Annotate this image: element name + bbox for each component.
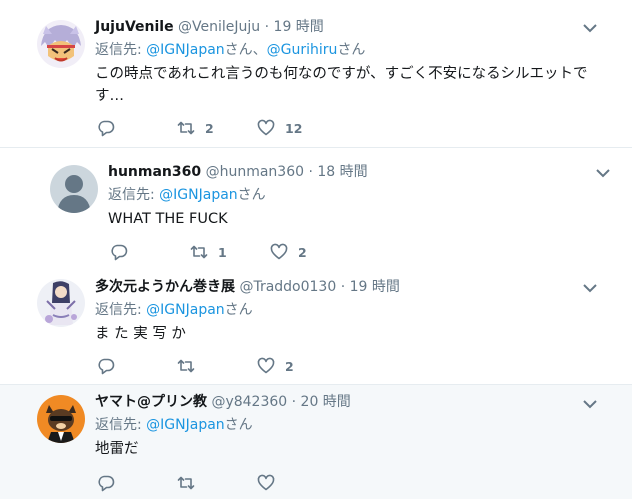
avatar[interactable] [37, 395, 85, 443]
retweet-count: 1 [218, 244, 227, 260]
user-handle[interactable]: @Traddo0130 [239, 279, 336, 295]
retweet-icon [190, 245, 208, 259]
reply-icon [98, 120, 115, 137]
replying-to: 返信先: @IGNJapanさん、@Gurihiruさん [95, 40, 612, 60]
tweet-actions: 1 2 [110, 242, 350, 262]
timestamp[interactable]: 19 時間 [350, 279, 400, 295]
tweet-text: WHAT THE FUCK [108, 211, 228, 227]
replying-to-label: 返信先: [95, 302, 147, 318]
reply-icon [98, 475, 115, 492]
avatar-image [37, 395, 85, 443]
tweet-content: hunman360 @hunman360 · 18 時間 返信先: @IGNJa… [108, 162, 612, 230]
mention-link[interactable]: @IGNJapan [146, 417, 225, 433]
like-button[interactable] [257, 474, 337, 492]
reply-icon [111, 244, 128, 261]
like-count: 12 [285, 120, 303, 136]
tweet-item[interactable]: hunman360 @hunman360 · 18 時間 返信先: @IGNJa… [0, 148, 632, 268]
reply-thread: JujuVenile @VenileJuju · 19 時間 返信先: @IGN… [0, 0, 632, 499]
reply-button[interactable] [110, 243, 190, 261]
timestamp[interactable]: 20 時間 [301, 394, 351, 410]
timestamp[interactable]: 18 時間 [317, 164, 367, 180]
tweet-item[interactable]: ヤマト@プリン教 @y842360 · 20 時間 返信先: @IGNJapan… [0, 384, 632, 499]
tweet-text: この時点であれこれ言うのも何なのですが、すごく不安になるシルエットです… [95, 66, 588, 104]
replying-to: 返信先: @IGNJapanさん [108, 185, 612, 205]
mention-suffix: さん [224, 302, 253, 318]
timestamp[interactable]: 19 時間 [274, 19, 324, 35]
mention-link[interactable]: @IGNJapan [146, 42, 225, 58]
tweet-item[interactable]: JujuVenile @VenileJuju · 19 時間 返信先: @IGN… [0, 0, 632, 148]
chevron-down-icon[interactable] [596, 168, 610, 178]
separator-dot: · [291, 394, 297, 410]
chevron-down-icon[interactable] [583, 283, 597, 293]
avatar-image [37, 279, 85, 327]
like-button[interactable]: 2 [270, 243, 350, 261]
retweet-button[interactable] [177, 357, 257, 375]
tweet-content: 多次元ようかん巻き展 @Traddo0130 · 19 時間 返信先: @IGN… [95, 277, 612, 345]
tweet-header: 多次元ようかん巻き展 @Traddo0130 · 19 時間 [95, 277, 612, 297]
retweet-icon [177, 359, 195, 373]
separator-dot: · [340, 279, 346, 295]
reply-button[interactable] [97, 474, 177, 492]
like-count: 2 [285, 358, 294, 374]
mention-suffix: さん [224, 417, 253, 433]
tweet-content: JujuVenile @VenileJuju · 19 時間 返信先: @IGN… [95, 17, 612, 107]
display-name[interactable]: 多次元ようかん巻き展 [95, 279, 235, 295]
mention-link[interactable]: @IGNJapan [146, 302, 225, 318]
replying-to: 返信先: @IGNJapanさん [95, 300, 612, 320]
separator-dot: · [264, 19, 270, 35]
reply-button[interactable] [97, 357, 177, 375]
user-handle[interactable]: @hunman360 [206, 164, 304, 180]
mention-suffix: さん、 [224, 42, 267, 58]
tweet-header: ヤマト@プリン教 @y842360 · 20 時間 [95, 392, 612, 412]
like-button[interactable]: 12 [257, 119, 337, 137]
retweet-icon [177, 121, 195, 135]
mention-link[interactable]: @Gurihiru [267, 42, 338, 58]
replying-to-label: 返信先: [95, 42, 147, 58]
tweet-header: JujuVenile @VenileJuju · 19 時間 [95, 17, 612, 37]
tweet-text: ま た 実 写 か [95, 326, 186, 342]
user-handle[interactable]: @y842360 [211, 394, 287, 410]
display-name[interactable]: JujuVenile [95, 19, 174, 35]
retweet-button[interactable]: 1 [190, 243, 270, 261]
display-name[interactable]: hunman360 [108, 164, 201, 180]
heart-icon [270, 243, 288, 260]
reply-button[interactable] [97, 119, 177, 137]
like-button[interactable]: 2 [257, 357, 337, 375]
tweet-item[interactable]: 多次元ようかん巻き展 @Traddo0130 · 19 時間 返信先: @IGN… [0, 268, 632, 384]
like-count: 2 [298, 244, 307, 260]
retweet-count: 2 [205, 120, 214, 136]
separator-dot: · [308, 164, 313, 180]
avatar[interactable] [37, 20, 85, 68]
replying-to: 返信先: @IGNJapanさん [95, 415, 612, 435]
heart-icon [257, 357, 275, 374]
chevron-down-icon[interactable] [583, 399, 597, 409]
chevron-down-icon[interactable] [583, 23, 597, 33]
avatar-image [37, 20, 85, 68]
default-avatar-icon [50, 165, 98, 213]
tweet-content: ヤマト@プリン教 @y842360 · 20 時間 返信先: @IGNJapan… [95, 392, 612, 460]
mention-suffix: さん [337, 42, 366, 58]
heart-icon [257, 119, 275, 136]
tweet-actions: 2 12 [97, 118, 337, 138]
replying-to-label: 返信先: [108, 187, 160, 203]
mention-suffix: さん [237, 187, 266, 203]
heart-icon [257, 474, 275, 491]
mention-link[interactable]: @IGNJapan [159, 187, 238, 203]
replying-to-label: 返信先: [95, 417, 147, 433]
tweet-actions: 2 [97, 356, 337, 376]
tweet-text: 地雷だ [95, 441, 139, 457]
avatar[interactable] [37, 279, 85, 327]
user-handle[interactable]: @VenileJuju [178, 19, 260, 35]
retweet-button[interactable] [177, 474, 257, 492]
avatar[interactable] [50, 165, 98, 213]
display-name[interactable]: ヤマト@プリン教 [95, 394, 207, 410]
tweet-actions [97, 473, 337, 493]
tweet-header: hunman360 @hunman360 · 18 時間 [108, 162, 612, 182]
reply-icon [98, 358, 115, 375]
retweet-icon [177, 476, 195, 490]
retweet-button[interactable]: 2 [177, 119, 257, 137]
